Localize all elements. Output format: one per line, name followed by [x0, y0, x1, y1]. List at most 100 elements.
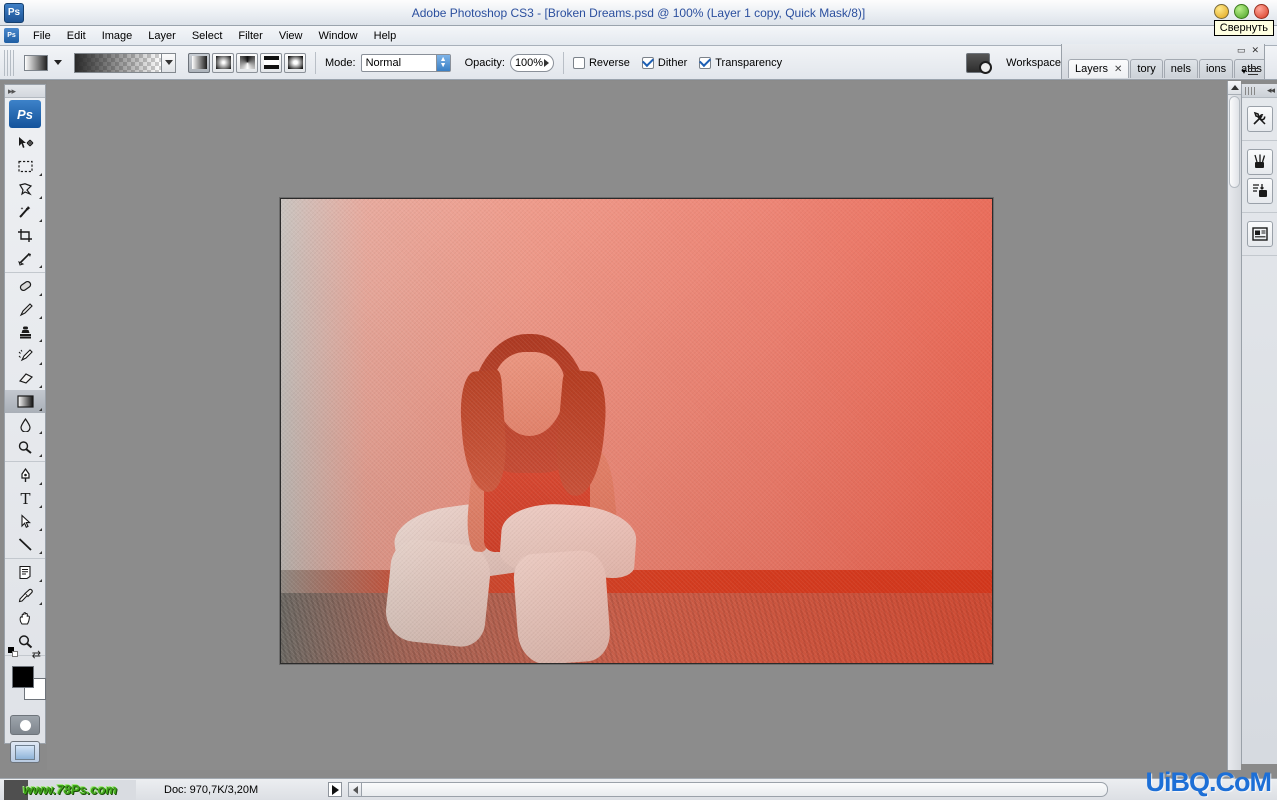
photoshop-window: Ps Adobe Photoshop CS3 - [Broken Dreams.… [0, 0, 1277, 800]
watermark-left-text: www.78Ps.com [22, 782, 118, 797]
default-colors-icon[interactable] [8, 647, 18, 657]
transparency-label: Transparency [715, 56, 783, 69]
close-icon[interactable]: ✕ [1114, 64, 1122, 75]
foreground-color-swatch[interactable] [12, 666, 34, 688]
gradient-preset-picker[interactable] [74, 52, 176, 73]
dodge-tool[interactable] [5, 436, 45, 459]
gradient-tool[interactable] [5, 390, 45, 413]
go-to-bridge-icon[interactable] [966, 52, 993, 74]
right-icon-dock: ◂◂ [1241, 84, 1277, 764]
blur-tool[interactable] [5, 413, 45, 436]
layer-comps-icon[interactable] [1246, 221, 1273, 247]
dock-group-2 [1242, 141, 1277, 213]
menu-file[interactable]: File [25, 28, 59, 44]
panel-tab-channels[interactable]: nels [1163, 59, 1198, 78]
maximize-button[interactable] [1234, 4, 1249, 19]
toolbox-collapse-header[interactable]: ▸▸ [5, 85, 45, 98]
slice-tool[interactable] [5, 247, 45, 270]
scroll-left-button[interactable] [348, 782, 363, 797]
checkbox-icon [699, 56, 712, 69]
minimize-button[interactable] [1214, 4, 1229, 19]
document-work-area[interactable] [47, 81, 1241, 770]
scroll-up-button[interactable] [1228, 81, 1241, 95]
quick-mask-mode-button[interactable] [5, 712, 45, 738]
radial-gradient-button[interactable] [212, 52, 234, 73]
menu-select[interactable]: Select [184, 28, 231, 44]
close-button[interactable] [1254, 4, 1269, 19]
image-canvas[interactable] [280, 198, 993, 664]
separator [315, 51, 316, 74]
panel-minimize-icon[interactable]: ▭ [1237, 45, 1246, 56]
menu-layer[interactable]: Layer [140, 28, 184, 44]
angle-gradient-button[interactable] [236, 52, 258, 73]
gradient-preset-dropdown[interactable] [161, 53, 175, 72]
tool-more-indicator [39, 505, 42, 508]
linear-gradient-button[interactable] [188, 52, 210, 73]
menu-edit[interactable]: Edit [59, 28, 94, 44]
horizontal-scroll-track[interactable] [362, 782, 1109, 797]
menu-window[interactable]: Window [311, 28, 366, 44]
lasso-tool[interactable] [5, 178, 45, 201]
play-icon [331, 784, 339, 795]
panel-tab-label: ions [1205, 63, 1227, 75]
vertical-scroll-thumb[interactable] [1229, 96, 1240, 188]
vertical-scrollbar[interactable] [1227, 81, 1241, 770]
swap-colors-icon[interactable]: ⇄ [32, 648, 41, 661]
options-bar-grip[interactable] [4, 49, 16, 76]
horizontal-scrollbar[interactable] [348, 782, 1109, 797]
photo-grain [281, 199, 992, 663]
opacity-slider-arrow-icon[interactable] [543, 58, 549, 67]
status-menu-button[interactable] [328, 782, 343, 797]
eraser-tool[interactable] [5, 367, 45, 390]
photo-with-quick-mask-overlay [281, 199, 992, 663]
gradient-preview-swatch [75, 53, 161, 72]
panel-tab-layers[interactable]: Layers ✕ [1068, 59, 1130, 78]
blend-mode-select[interactable]: Normal ▲ ▼ [360, 53, 451, 72]
panel-close-icon[interactable]: ✕ [1251, 45, 1259, 56]
chevron-down-icon[interactable] [54, 60, 62, 65]
panel-menu-button[interactable]: ▾ [1242, 67, 1258, 76]
type-tool[interactable]: T [5, 487, 45, 510]
eyedropper-tool[interactable] [5, 584, 45, 607]
panel-dock-titlebar: ▭ ✕ [1062, 44, 1264, 57]
menu-filter[interactable]: Filter [230, 28, 270, 44]
pen-tool[interactable] [5, 464, 45, 487]
panel-tab-history[interactable]: tory [1130, 59, 1163, 78]
move-tool[interactable] [5, 132, 45, 155]
brush-tool[interactable] [5, 298, 45, 321]
opacity-input[interactable]: 100% [509, 53, 554, 72]
dock-group-1 [1242, 98, 1277, 141]
notes-tool[interactable] [5, 561, 45, 584]
reverse-checkbox[interactable]: Reverse [572, 56, 630, 69]
rectangular-marquee-tool[interactable] [5, 155, 45, 178]
reflected-gradient-button[interactable] [260, 52, 282, 73]
crop-tool[interactable] [5, 224, 45, 247]
panel-tab-actions[interactable]: ions [1198, 59, 1234, 78]
healing-brush-tool[interactable] [5, 275, 45, 298]
spinner-icon[interactable]: ▲ ▼ [435, 54, 450, 71]
path-selection-tool[interactable] [5, 510, 45, 533]
menu-view[interactable]: View [271, 28, 311, 44]
clone-stamp-tool[interactable] [5, 321, 45, 344]
tool-more-indicator [39, 196, 42, 199]
dock-collapse-header[interactable]: ◂◂ [1242, 84, 1277, 98]
dither-checkbox[interactable]: Dither [641, 56, 687, 69]
menu-help[interactable]: Help [366, 28, 405, 44]
minimize-tooltip: Свернуть [1213, 20, 1274, 36]
document-icon[interactable]: Ps [4, 28, 19, 43]
history-brush-tool[interactable] [5, 344, 45, 367]
title-bar: Ps Adobe Photoshop CS3 - [Broken Dreams.… [0, 0, 1277, 36]
diamond-gradient-button[interactable] [284, 52, 306, 73]
line-tool[interactable] [5, 533, 45, 556]
screen-mode-button[interactable] [5, 738, 45, 766]
checkbox-icon [641, 56, 654, 69]
chevron-double-left-icon[interactable]: ◂◂ [1267, 85, 1275, 96]
clone-source-icon[interactable] [1246, 178, 1273, 204]
current-tool-indicator[interactable] [24, 54, 62, 71]
brushes-icon[interactable] [1246, 149, 1273, 175]
transparency-checkbox[interactable]: Transparency [699, 56, 783, 69]
magic-wand-tool[interactable] [5, 201, 45, 224]
menu-image[interactable]: Image [94, 28, 141, 44]
hand-tool[interactable] [5, 607, 45, 630]
tool-presets-icon[interactable] [1246, 106, 1273, 132]
